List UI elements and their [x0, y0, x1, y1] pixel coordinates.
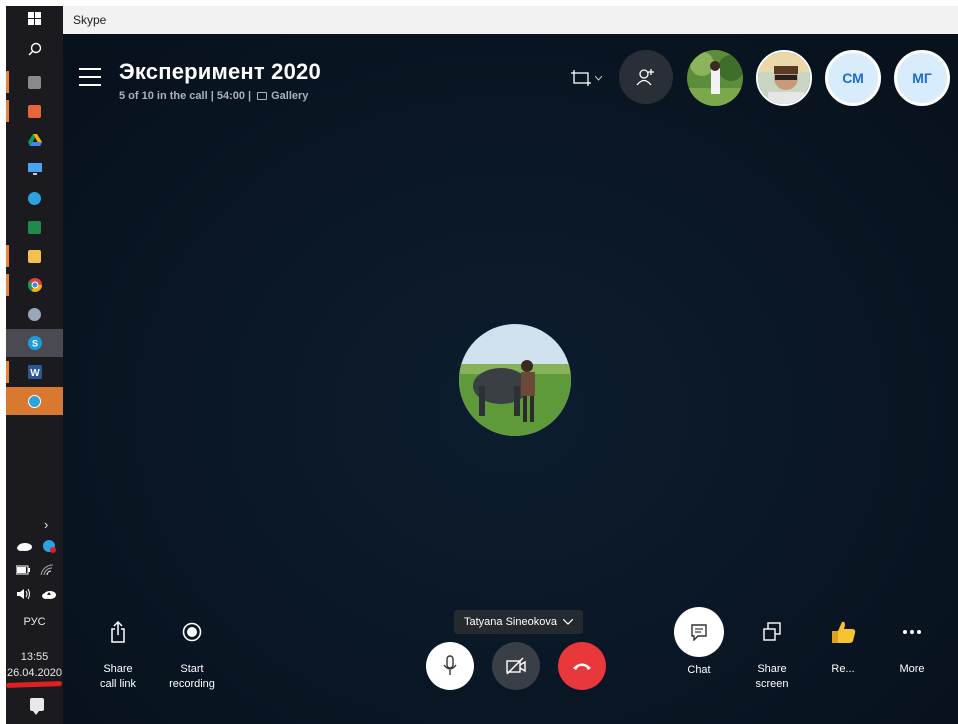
window-titlebar[interactable]: Skype — [63, 6, 958, 34]
share-screen-button[interactable]: Share screen — [737, 614, 807, 692]
layout-icon — [571, 70, 591, 86]
speaker-name: Tatyana Sineokova — [464, 616, 557, 628]
file-explorer-icon[interactable] — [6, 242, 63, 270]
call-view: Эксперимент 2020 5 of 10 in the call | 5… — [63, 34, 958, 724]
onedrive-icon[interactable] — [16, 541, 32, 551]
wifi-icon[interactable] — [40, 564, 54, 576]
windows-start-icon[interactable] — [6, 6, 63, 30]
skype-icon[interactable]: S — [6, 329, 63, 357]
participant-avatar-initials[interactable]: МГ — [894, 50, 950, 106]
add-participant-button[interactable] — [619, 50, 673, 104]
participant-avatar-initials[interactable]: СМ — [825, 50, 881, 106]
chevron-right-icon[interactable]: › — [44, 517, 48, 532]
record-icon — [182, 622, 202, 642]
end-call-button[interactable] — [558, 642, 606, 690]
svg-text:S: S — [31, 339, 37, 349]
input-language[interactable]: РУС — [6, 616, 63, 628]
microphone-icon — [443, 655, 457, 675]
google-drive-icon[interactable] — [6, 126, 63, 154]
paint-icon[interactable] — [6, 300, 63, 328]
hang-up-icon — [573, 663, 591, 670]
camera-toggle-button[interactable] — [492, 642, 540, 690]
notification-icon[interactable] — [30, 698, 44, 715]
call-status: 5 of 10 in the call | 54:00 | Gallery — [119, 90, 308, 102]
view-mode-label[interactable]: Gallery — [271, 90, 308, 102]
call-title: Эксперимент 2020 — [119, 59, 321, 84]
outlook-icon[interactable] — [6, 97, 63, 125]
window-title: Skype — [73, 13, 107, 27]
start-recording-label: Start recording — [169, 663, 215, 690]
telegram-icon[interactable] — [6, 184, 63, 212]
chat-icon — [691, 624, 707, 641]
tray-row-1 — [16, 537, 62, 555]
share-screen-icon — [763, 622, 781, 641]
call-status-text: 5 of 10 in the call | 54:00 | — [119, 90, 252, 102]
gallery-icon — [257, 92, 268, 100]
speaker-select[interactable]: Tatyana Sineokova — [454, 610, 583, 634]
red-underline-mark — [5, 681, 63, 688]
reactions-button[interactable]: Re... — [808, 614, 878, 677]
this-pc-icon[interactable] — [6, 155, 63, 183]
share-call-link-button[interactable]: Share call link — [83, 614, 153, 692]
chevron-down-icon — [562, 619, 573, 625]
camera-off-icon — [506, 657, 526, 675]
add-person-icon — [636, 69, 654, 86]
battery-icon[interactable] — [16, 565, 30, 575]
start-recording-button[interactable]: Start recording — [157, 614, 227, 692]
telegram-tray-icon[interactable] — [42, 539, 56, 553]
cloud-upload-icon[interactable] — [42, 589, 56, 600]
word-icon[interactable]: W — [6, 358, 63, 386]
reactions-label: Re... — [831, 663, 855, 675]
share-call-link-label: Share call link — [99, 663, 137, 690]
clock-date[interactable]: 26.04.2020 — [6, 667, 63, 679]
telegram-icon[interactable] — [6, 387, 63, 415]
share-icon — [111, 621, 125, 643]
participant-avatar[interactable] — [756, 50, 812, 106]
more-label: More — [899, 663, 925, 675]
more-button[interactable]: More — [877, 614, 947, 677]
active-speaker-avatar — [459, 324, 571, 436]
chat-label: Chat — [687, 664, 711, 676]
microphone-button[interactable] — [426, 642, 474, 690]
chat-button[interactable] — [674, 607, 724, 657]
participant-avatar[interactable] — [687, 50, 743, 106]
svg-text:W: W — [30, 368, 40, 379]
layout-switch-button[interactable] — [571, 66, 605, 90]
windows-taskbar: S W › РУС 13:55 26.04.2020 — [5, 6, 63, 724]
excel-icon[interactable] — [6, 213, 63, 241]
chrome-icon[interactable] — [6, 271, 63, 299]
tray-row-3 — [16, 585, 62, 603]
calculator-icon[interactable] — [6, 68, 63, 96]
clock-time[interactable]: 13:55 — [6, 651, 63, 663]
volume-icon[interactable] — [16, 588, 32, 600]
thumbs-up-icon — [832, 621, 856, 643]
hamburger-menu-icon[interactable] — [79, 68, 101, 86]
search-icon[interactable] — [6, 36, 63, 62]
tray-row-2 — [16, 561, 62, 579]
share-screen-label: Share screen — [755, 663, 789, 690]
more-dots-icon — [903, 630, 921, 634]
chevron-down-icon — [595, 75, 602, 81]
